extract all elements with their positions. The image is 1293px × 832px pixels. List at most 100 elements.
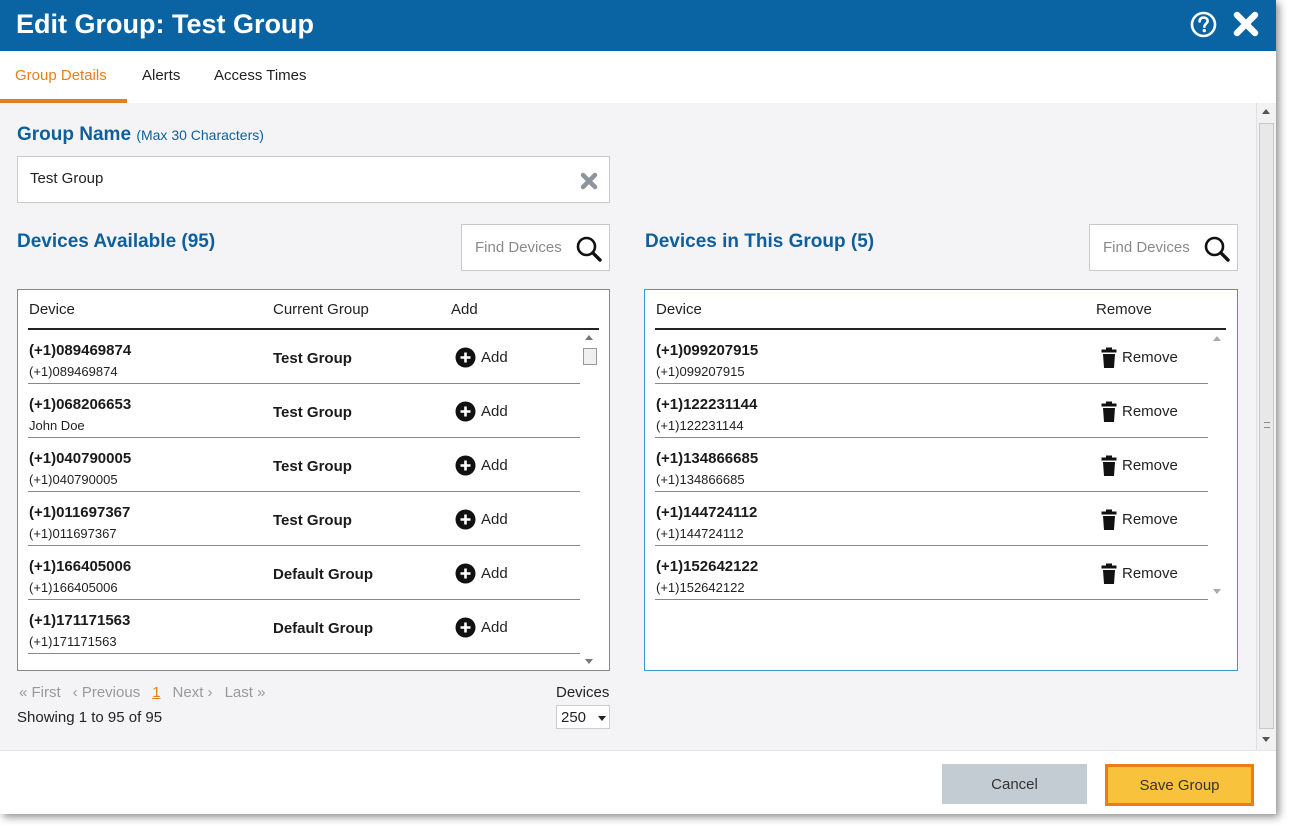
device-number: (+1)166405006 bbox=[29, 558, 132, 575]
device-number: (+1)011697367 bbox=[29, 504, 131, 521]
find-group-devices bbox=[1089, 224, 1238, 271]
close-icon[interactable] bbox=[1233, 11, 1259, 37]
table-row: (+1)144724112 (+1)144724112 Remove bbox=[655, 492, 1208, 546]
remove-device-button[interactable]: Remove bbox=[1101, 346, 1178, 368]
plus-circle-icon bbox=[455, 509, 476, 529]
current-group: Test Group bbox=[273, 512, 352, 529]
tab-alerts[interactable]: Alerts bbox=[142, 67, 180, 84]
pagination: « First ‹ Previous 1 Next › Last » bbox=[19, 684, 265, 701]
remove-device-button-label: Remove bbox=[1122, 510, 1178, 528]
table-row: (+1)011697367 (+1)011697367 Test Group Add bbox=[28, 492, 580, 546]
device-number: (+1)089469874 bbox=[29, 342, 132, 359]
group-name-input[interactable] bbox=[30, 170, 570, 187]
table-row: (+1)134866685 (+1)134866685 Remove bbox=[655, 438, 1208, 492]
search-icon[interactable] bbox=[1203, 235, 1231, 263]
device-name: John Doe bbox=[29, 418, 85, 433]
tab-group-details[interactable]: Group Details bbox=[15, 67, 107, 84]
device-name: (+1)122231144 bbox=[656, 418, 744, 433]
plus-circle-icon bbox=[455, 347, 476, 367]
pager-last[interactable]: Last » bbox=[225, 684, 266, 701]
available-device-list: (+1)089469874 (+1)089469874 Test Group Add(… bbox=[28, 330, 580, 654]
pager-previous[interactable]: ‹ Previous bbox=[73, 684, 141, 701]
remove-device-button[interactable]: Remove bbox=[1101, 562, 1178, 584]
remove-device-button[interactable]: Remove bbox=[1101, 508, 1178, 530]
add-device-button-label: Add bbox=[481, 618, 508, 636]
device-number: (+1)152642122 bbox=[656, 558, 759, 575]
help-icon[interactable] bbox=[1190, 11, 1217, 38]
table-row: (+1)068206653 John Doe Test Group Add bbox=[28, 384, 580, 438]
group-name-label: Group Name bbox=[17, 124, 132, 145]
table-row: (+1)166405006 (+1)166405006 Default Group A… bbox=[28, 546, 580, 600]
add-device-button[interactable]: Add bbox=[455, 562, 508, 584]
pager-current-page[interactable]: 1 bbox=[152, 684, 160, 701]
column-header-current-group: Current Group bbox=[273, 301, 369, 318]
current-group: Test Group bbox=[273, 404, 352, 421]
cancel-button[interactable]: Cancel bbox=[942, 764, 1087, 804]
save-group-button[interactable]: Save Group bbox=[1105, 764, 1254, 806]
plus-circle-icon bbox=[455, 617, 476, 637]
table-row: (+1)122231144 (+1)122231144 Remove bbox=[655, 384, 1208, 438]
pager-first[interactable]: « First bbox=[19, 684, 61, 701]
dialog-footer: Cancel Save Group bbox=[0, 750, 1276, 814]
add-device-button[interactable]: Add bbox=[455, 346, 508, 368]
group-devices-table: Device Remove (+1)099207915 (+1)099207915… bbox=[644, 289, 1238, 671]
table-row: (+1)152642122 (+1)152642122 Remove bbox=[655, 546, 1208, 600]
scroll-thumb[interactable] bbox=[1259, 123, 1274, 729]
plus-circle-icon bbox=[455, 401, 476, 421]
scroll-down-arrow[interactable] bbox=[1262, 737, 1270, 742]
scroll-up-arrow[interactable] bbox=[1262, 109, 1270, 114]
scroll-down-arrow[interactable] bbox=[585, 659, 593, 664]
column-header-remove: Remove bbox=[1096, 301, 1152, 318]
group-list-scrollbar[interactable] bbox=[1210, 330, 1226, 600]
find-available-input[interactable] bbox=[475, 239, 570, 256]
device-number: (+1)122231144 bbox=[656, 396, 758, 413]
table-row: (+1)171171563 (+1)171171563 Default Group A… bbox=[28, 600, 580, 654]
device-name: (+1)089469874 bbox=[29, 364, 118, 379]
device-number: (+1)144724112 bbox=[656, 504, 758, 521]
add-device-button[interactable]: Add bbox=[455, 454, 508, 476]
device-name: (+1)152642122 bbox=[656, 580, 745, 595]
scroll-up-arrow[interactable] bbox=[585, 335, 593, 340]
grip-icon bbox=[1264, 422, 1270, 428]
page-scrollbar[interactable] bbox=[1256, 103, 1276, 750]
per-page-select[interactable]: 250 bbox=[556, 705, 610, 729]
scroll-down-arrow[interactable] bbox=[1213, 589, 1221, 594]
devices-available-heading: Devices Available (95) bbox=[17, 231, 216, 252]
device-name: (+1)040790005 bbox=[29, 472, 118, 487]
trash-icon bbox=[1101, 401, 1117, 422]
remove-device-button-label: Remove bbox=[1122, 456, 1178, 474]
add-device-button[interactable]: Add bbox=[455, 400, 508, 422]
group-details-panel: Group Name (Max 30 Characters) Devices A… bbox=[0, 103, 1256, 750]
add-device-button-label: Add bbox=[481, 402, 508, 420]
pager-next[interactable]: Next › bbox=[173, 684, 213, 701]
add-device-button[interactable]: Add bbox=[455, 508, 508, 530]
table-row: (+1)089469874 (+1)089469874 Test Group Add bbox=[28, 330, 580, 384]
plus-circle-icon bbox=[455, 455, 476, 475]
group-device-list: (+1)099207915 (+1)099207915 Remove (+1)1222… bbox=[655, 330, 1208, 600]
tab-bar: Group Details Alerts Access Times bbox=[0, 51, 1276, 103]
clear-icon[interactable] bbox=[579, 171, 599, 191]
device-number: (+1)040790005 bbox=[29, 450, 132, 467]
search-icon[interactable] bbox=[575, 235, 603, 263]
current-group: Test Group bbox=[273, 458, 352, 475]
remove-device-button[interactable]: Remove bbox=[1101, 454, 1178, 476]
add-device-button[interactable]: Add bbox=[455, 616, 508, 638]
scroll-thumb[interactable] bbox=[583, 348, 597, 365]
table-row: (+1)040790005 (+1)040790005 Test Group Add bbox=[28, 438, 580, 492]
find-group-input[interactable] bbox=[1103, 239, 1198, 256]
available-list-scrollbar[interactable] bbox=[582, 330, 598, 666]
dialog-title: Edit Group: Test Group bbox=[16, 9, 314, 39]
add-device-button-label: Add bbox=[481, 348, 508, 366]
device-name: (+1)099207915 bbox=[656, 364, 745, 379]
remove-device-button[interactable]: Remove bbox=[1101, 400, 1178, 422]
current-group: Default Group bbox=[273, 620, 373, 637]
trash-icon bbox=[1101, 563, 1117, 584]
chevron-down-icon bbox=[598, 716, 606, 721]
device-number: (+1)099207915 bbox=[656, 342, 759, 359]
scroll-up-arrow[interactable] bbox=[1213, 336, 1221, 341]
tab-access-times[interactable]: Access Times bbox=[214, 67, 307, 84]
group-name-heading: Group Name (Max 30 Characters) bbox=[17, 124, 264, 146]
available-devices-table: Device Current Group Add (+1)089469874 (+… bbox=[17, 289, 610, 671]
device-name: (+1)134866685 bbox=[656, 472, 745, 487]
trash-icon bbox=[1101, 347, 1117, 368]
